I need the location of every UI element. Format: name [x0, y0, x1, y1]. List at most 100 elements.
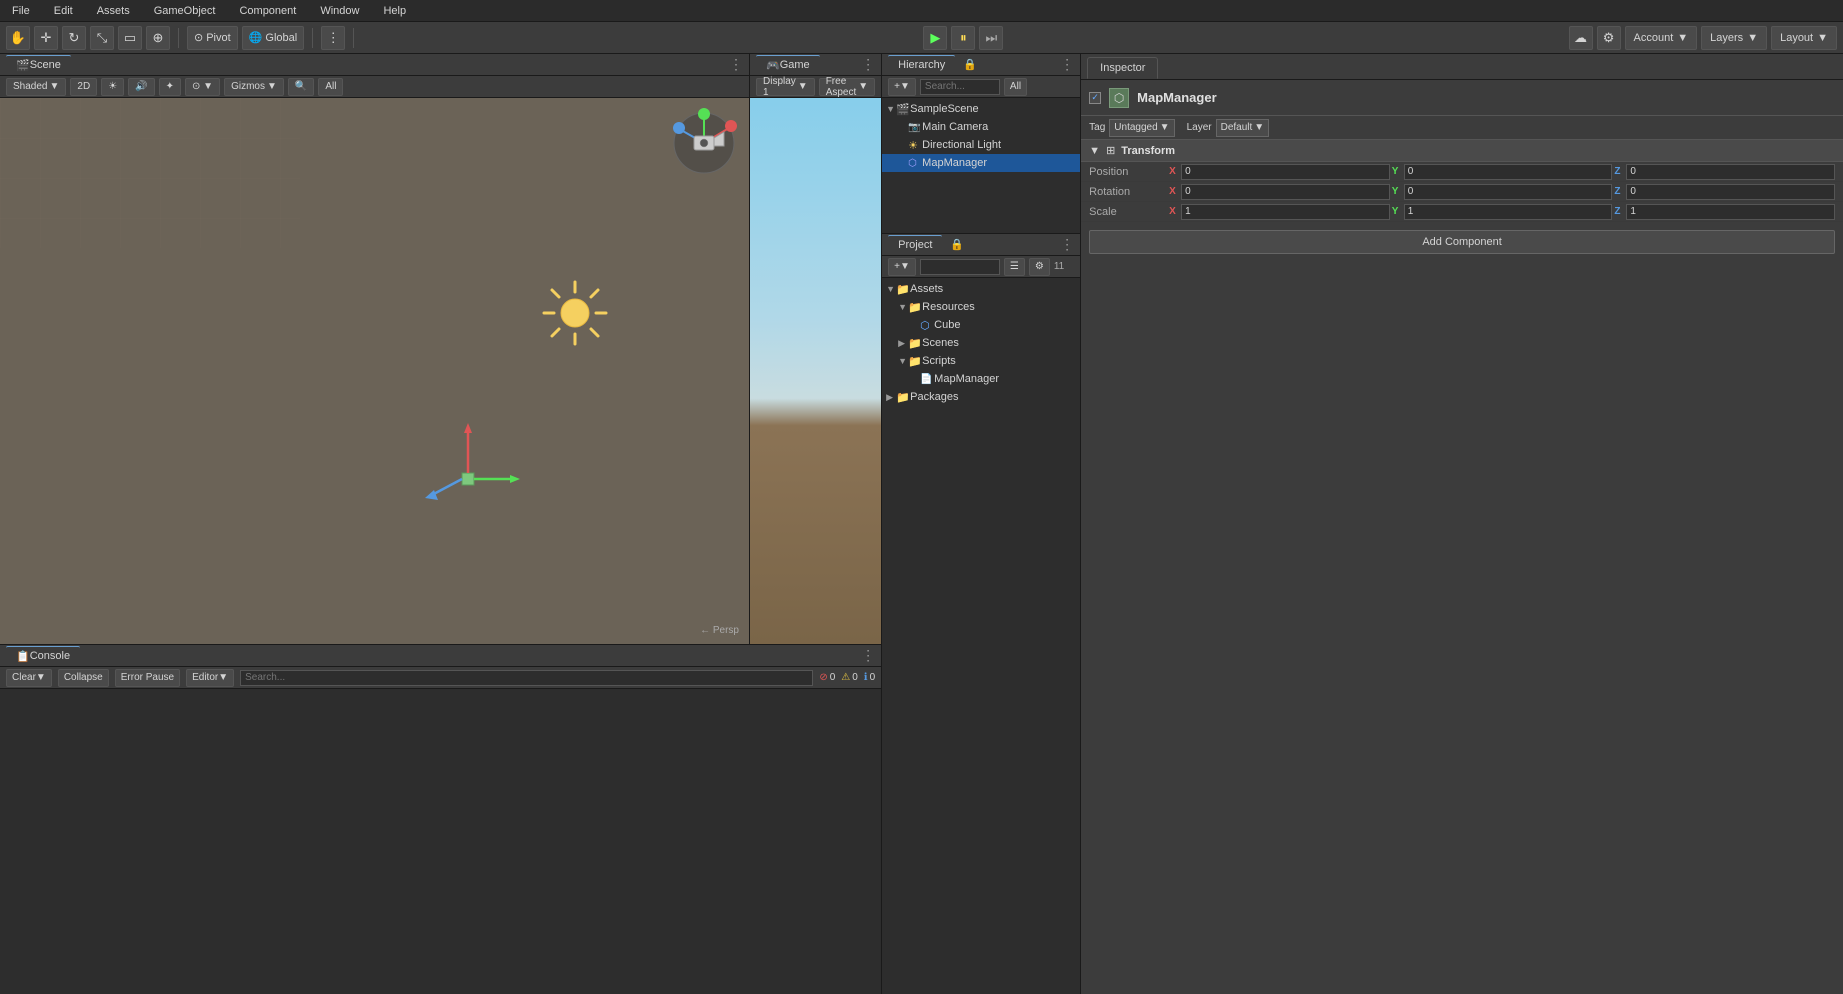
editor-dropdown[interactable]: Editor ▼: [186, 669, 234, 687]
scale-z-input[interactable]: [1626, 204, 1835, 220]
layer-dropdown[interactable]: Default ▼: [1216, 119, 1270, 137]
global-btn[interactable]: 🌐 Global: [242, 26, 305, 50]
scale-z-field: Z: [1614, 204, 1835, 220]
aspect-dropdown[interactable]: Free Aspect ▼: [819, 78, 875, 96]
project-add-btn[interactable]: +▼: [888, 258, 916, 276]
menu-file[interactable]: File: [8, 3, 34, 19]
project-search-input[interactable]: [920, 259, 1000, 275]
scene-canvas[interactable]: ← Persp: [0, 98, 749, 644]
hierarchy-tab-bar: Hierarchy 🔒 ⋮: [882, 54, 1080, 76]
hierarchy-item-maincamera[interactable]: 📷 Main Camera: [882, 118, 1080, 136]
rotate-tool-btn[interactable]: ↻: [62, 26, 86, 50]
tab-scene[interactable]: 🎬 Scene: [6, 55, 71, 75]
project-panel-dots[interactable]: ⋮: [1060, 236, 1074, 253]
directional-light-gizmo[interactable]: [540, 278, 610, 351]
rect-tool-btn[interactable]: ▭: [118, 26, 142, 50]
menu-help[interactable]: Help: [379, 3, 410, 19]
pos-z-input[interactable]: [1626, 164, 1835, 180]
console-search-input[interactable]: [240, 670, 813, 686]
transform-component-header[interactable]: ▼ ⊞ Transform: [1081, 140, 1843, 162]
play-button[interactable]: ▶: [923, 26, 947, 50]
project-item-resources[interactable]: ▼ 📁 Resources: [882, 298, 1080, 316]
console-panel-dots[interactable]: ⋮: [861, 647, 875, 664]
console-tab-icon: 📋: [16, 650, 30, 663]
hand-tool-btn[interactable]: ✋: [6, 26, 30, 50]
fx-btn[interactable]: ✦: [159, 78, 181, 96]
cloud-btn[interactable]: ☁: [1569, 26, 1593, 50]
hierarchy-item-dirlight[interactable]: ☀ Directional Light: [882, 136, 1080, 154]
clear-dropdown[interactable]: Clear ▼: [6, 669, 52, 687]
gameobject-active-checkbox[interactable]: ✓: [1089, 92, 1101, 104]
search-scene-btn[interactable]: 🔍: [288, 78, 314, 96]
snap-btn[interactable]: ⋮: [321, 26, 345, 50]
layers-dropdown[interactable]: Layers ▼: [1701, 26, 1767, 50]
hierarchy-search-input[interactable]: [920, 79, 1000, 95]
project-icon-btn2[interactable]: ⚙: [1029, 258, 1050, 276]
project-item-assets[interactable]: ▼ 📁 Assets: [882, 280, 1080, 298]
tab-hierarchy[interactable]: Hierarchy: [888, 55, 955, 75]
hierarchy-panel-dots[interactable]: ⋮: [1060, 56, 1074, 73]
hierarchy-lock-icon[interactable]: 🔒: [963, 58, 977, 71]
hierarchy-add-btn[interactable]: +▼: [888, 78, 916, 96]
rot-x-input[interactable]: [1181, 184, 1390, 200]
rot-y-input[interactable]: [1404, 184, 1613, 200]
tab-inspector[interactable]: Inspector: [1087, 57, 1158, 79]
rotation-fields: X Y Z: [1169, 184, 1835, 200]
transform-tool-btn[interactable]: ⊕: [146, 26, 170, 50]
shading-dropdown[interactable]: Shaded ▼: [6, 78, 66, 96]
project-item-mapmanager-script[interactable]: 📄 MapManager: [882, 370, 1080, 388]
project-count: 11: [1054, 261, 1064, 272]
rot-z-input[interactable]: [1626, 184, 1835, 200]
pause-button[interactable]: ⏸: [951, 26, 975, 50]
scale-y-input[interactable]: [1404, 204, 1613, 220]
game-panel-dots[interactable]: ⋮: [861, 56, 875, 73]
tab-console[interactable]: 📋 Console: [6, 646, 80, 666]
gizmos-dropdown[interactable]: Gizmos ▼: [224, 78, 284, 96]
panel-dots[interactable]: ⋮: [729, 56, 743, 73]
scene-more-btns[interactable]: ⊙ ▼: [185, 78, 220, 96]
pos-x-input[interactable]: [1181, 164, 1390, 180]
move-gizmo[interactable]: [420, 418, 520, 521]
project-item-packages[interactable]: ▶ 📁 Packages: [882, 388, 1080, 406]
menu-bar: File Edit Assets GameObject Component Wi…: [0, 0, 1843, 22]
display-dropdown[interactable]: Display 1 ▼: [756, 78, 815, 96]
project-section: Project 🔒 ⋮ +▼ ☰ ⚙ 11 ▼ 📁 Assets: [882, 234, 1080, 994]
collapse-btn[interactable]: Collapse: [58, 669, 109, 687]
step-button[interactable]: ⏭: [979, 26, 1003, 50]
settings-btn[interactable]: ⚙: [1597, 26, 1621, 50]
scene-orientation-gizmo[interactable]: [669, 108, 739, 178]
menu-assets[interactable]: Assets: [93, 3, 134, 19]
tab-game[interactable]: 🎮 Game: [756, 55, 820, 75]
pos-y-input[interactable]: [1404, 164, 1613, 180]
audio-btn[interactable]: 🔊: [128, 78, 154, 96]
project-item-cube[interactable]: ⬡ Cube: [882, 316, 1080, 334]
add-component-button[interactable]: Add Component: [1089, 230, 1835, 254]
hierarchy-item-samplescene[interactable]: ▼ 🎬 SampleScene: [882, 100, 1080, 118]
scale-x-input[interactable]: [1181, 204, 1390, 220]
menu-edit[interactable]: Edit: [50, 3, 77, 19]
gameobject-icon: ⬡: [1109, 88, 1129, 108]
lighting-btn[interactable]: ☀: [101, 78, 124, 96]
tab-project[interactable]: Project: [888, 235, 942, 255]
scripts-label: Scripts: [922, 355, 956, 367]
menu-gameobject[interactable]: GameObject: [150, 3, 220, 19]
pivot-btn[interactable]: ⊙ Pivot: [187, 26, 238, 50]
account-dropdown[interactable]: Account ▼: [1625, 26, 1698, 50]
scale-tool-btn[interactable]: ⤡: [90, 26, 114, 50]
project-lock-icon[interactable]: 🔒: [950, 238, 964, 251]
move-tool-btn[interactable]: ✛: [34, 26, 58, 50]
2d-btn[interactable]: 2D: [70, 78, 97, 96]
console-tab-bar: 📋 Console ⋮: [0, 645, 881, 667]
menu-component[interactable]: Component: [235, 3, 300, 19]
menu-window[interactable]: Window: [316, 3, 363, 19]
transform-component-icon: ⊞: [1106, 144, 1115, 157]
project-icon-btn1[interactable]: ☰: [1004, 258, 1025, 276]
layout-dropdown[interactable]: Layout ▼: [1771, 26, 1837, 50]
project-item-scenes[interactable]: ▶ 📁 Scenes: [882, 334, 1080, 352]
tag-dropdown[interactable]: Untagged ▼: [1109, 119, 1174, 137]
hierarchy-all-btn[interactable]: All: [1004, 78, 1027, 96]
hierarchy-item-mapmanager[interactable]: ⬡ MapManager: [882, 154, 1080, 172]
error-pause-btn[interactable]: Error Pause: [115, 669, 180, 687]
project-item-scripts[interactable]: ▼ 📁 Scripts: [882, 352, 1080, 370]
all-scene-btn[interactable]: All: [318, 78, 343, 96]
